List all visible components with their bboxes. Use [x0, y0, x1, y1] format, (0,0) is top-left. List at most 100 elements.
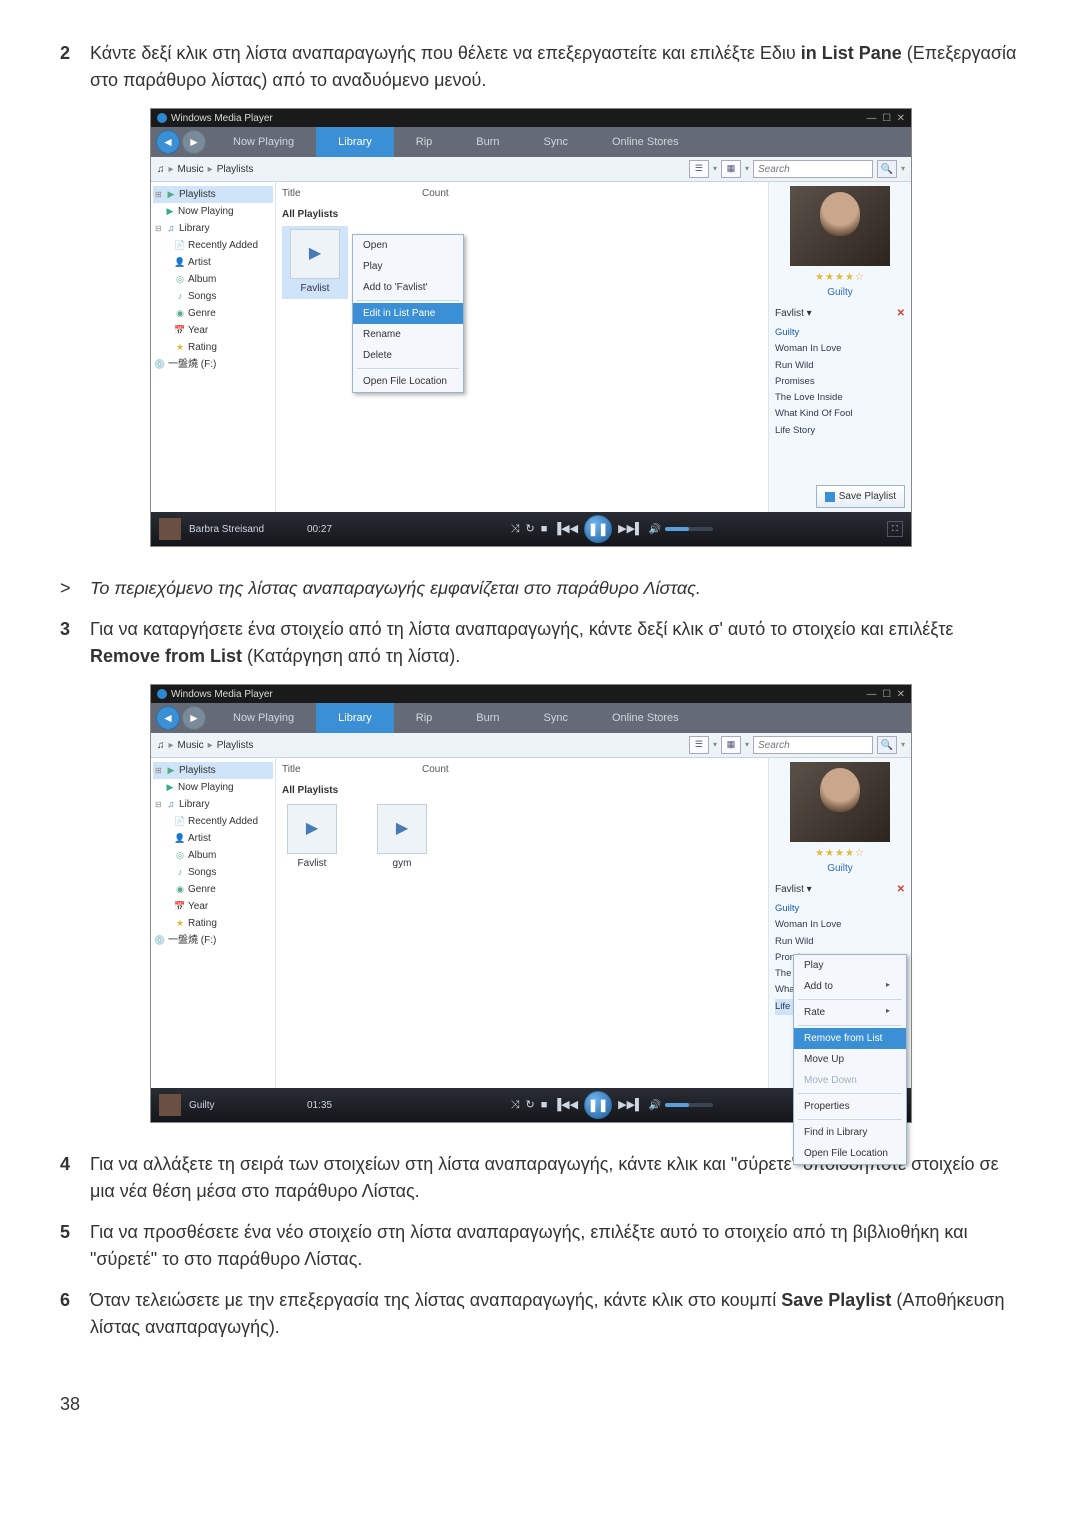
tree-genre[interactable]: ◉Genre: [153, 305, 273, 322]
tree-year[interactable]: 📅Year: [153, 898, 273, 915]
breadcrumb[interactable]: ♫ ▸ Music ▸ Playlists: [157, 162, 253, 177]
ctx-open-file-location[interactable]: Open File Location: [353, 371, 463, 392]
expander-icon[interactable]: ⊞: [155, 189, 163, 201]
ctx-add-to[interactable]: Add to 'Favlist': [353, 277, 463, 298]
fullscreen-button[interactable]: ⛶: [887, 521, 903, 537]
forward-button[interactable]: ►: [182, 706, 206, 730]
mute-icon[interactable]: 🔊: [649, 522, 661, 537]
column-headers[interactable]: Title Count: [282, 186, 762, 203]
tab-online-stores[interactable]: Online Stores: [590, 127, 701, 157]
dropdown-icon[interactable]: ▾: [713, 739, 717, 751]
volume-control[interactable]: 🔊: [649, 1098, 713, 1113]
tree-rating[interactable]: ★Rating: [153, 915, 273, 932]
back-button[interactable]: ◄: [156, 130, 180, 154]
playlist-item-favlist[interactable]: ▶ Favlist: [282, 226, 348, 299]
ctx-remove-from-list[interactable]: Remove from List: [794, 1028, 906, 1049]
dropdown-icon[interactable]: ▾: [901, 739, 905, 751]
col-count[interactable]: Count: [422, 762, 562, 777]
search-input[interactable]: [753, 160, 873, 178]
expander-icon[interactable]: ⊟: [155, 223, 163, 235]
shuffle-button[interactable]: ⤨: [511, 1097, 520, 1114]
tree-album[interactable]: ◎Album: [153, 271, 273, 288]
ctx-delete[interactable]: Delete: [353, 345, 463, 366]
tab-sync[interactable]: Sync: [522, 703, 590, 733]
tab-online-stores[interactable]: Online Stores: [590, 703, 701, 733]
dropdown-icon[interactable]: ▾: [901, 163, 905, 175]
save-playlist-button[interactable]: Save Playlist: [816, 485, 905, 508]
tab-rip[interactable]: Rip: [394, 127, 455, 157]
tree-artist[interactable]: 👤Artist: [153, 254, 273, 271]
search-button[interactable]: 🔍: [877, 160, 897, 178]
tree-drive[interactable]: 💿一盤燒 (F:): [153, 932, 273, 949]
tab-now-playing[interactable]: Now Playing: [211, 127, 316, 157]
crumb-music[interactable]: Music: [178, 162, 204, 177]
ctx-move-up[interactable]: Move Up: [794, 1049, 906, 1070]
tree-rating[interactable]: ★Rating: [153, 339, 273, 356]
tree-now-playing[interactable]: ▶Now Playing: [153, 203, 273, 220]
tree-recently-added[interactable]: 📄Recently Added: [153, 237, 273, 254]
tree-library[interactable]: ⊟♫Library: [153, 796, 273, 813]
list-item[interactable]: Woman In Love: [775, 341, 905, 357]
crumb-music[interactable]: Music: [178, 738, 204, 753]
ctx-play[interactable]: Play: [353, 256, 463, 277]
crumb-playlists[interactable]: Playlists: [217, 162, 254, 177]
ctx-rename[interactable]: Rename: [353, 324, 463, 345]
col-count[interactable]: Count: [422, 186, 562, 201]
nav-buttons[interactable]: ◄ ►: [151, 130, 211, 154]
context-menu-track[interactable]: Play Add to Rate Remove from List Move U…: [793, 954, 907, 1165]
context-menu-playlist[interactable]: Open Play Add to 'Favlist' Edit in List …: [352, 234, 464, 393]
tree-playlists[interactable]: ⊞▶Playlists: [153, 186, 273, 203]
list-item[interactable]: Run Wild: [775, 934, 905, 950]
playlist-item-gym[interactable]: ▶ gym: [372, 804, 432, 871]
tree-recently-added[interactable]: 📄Recently Added: [153, 813, 273, 830]
tab-now-playing[interactable]: Now Playing: [211, 703, 316, 733]
tab-library[interactable]: Library: [316, 703, 394, 733]
mute-icon[interactable]: 🔊: [649, 1098, 661, 1113]
ctx-open[interactable]: Open: [353, 235, 463, 256]
repeat-button[interactable]: ↻: [526, 521, 535, 538]
repeat-button[interactable]: ↻: [526, 1097, 535, 1114]
close-icon[interactable]: ✕: [897, 306, 905, 321]
view-list-button[interactable]: ☰: [689, 736, 709, 754]
column-headers[interactable]: Title Count: [282, 762, 762, 779]
tree-artist[interactable]: 👤Artist: [153, 830, 273, 847]
ctx-add-to[interactable]: Add to: [794, 976, 906, 997]
list-pane-title-label[interactable]: Favlist ▾: [775, 306, 812, 321]
list-item[interactable]: Promises: [775, 374, 905, 390]
list-pane-title[interactable]: Favlist ▾ ✕: [775, 882, 905, 897]
playlist-item-favlist[interactable]: ▶ Favlist: [282, 804, 342, 871]
list-item[interactable]: What Kind Of Fool: [775, 406, 905, 422]
shuffle-button[interactable]: ⤨: [511, 521, 520, 538]
window-buttons[interactable]: — ☐ ✕: [867, 111, 905, 126]
crumb-playlists[interactable]: Playlists: [217, 738, 254, 753]
tree-now-playing[interactable]: ▶Now Playing: [153, 779, 273, 796]
play-pause-button[interactable]: ❚❚: [584, 1091, 612, 1119]
list-item[interactable]: Guilty: [775, 325, 905, 341]
rating-stars[interactable]: ★★★★☆: [775, 846, 905, 861]
tab-rip[interactable]: Rip: [394, 703, 455, 733]
tab-burn[interactable]: Burn: [454, 703, 521, 733]
rating-stars[interactable]: ★★★★☆: [775, 270, 905, 285]
list-item[interactable]: The Love Inside: [775, 390, 905, 406]
search-button[interactable]: 🔍: [877, 736, 897, 754]
window-buttons[interactable]: — ☐ ✕: [867, 687, 905, 702]
view-tiles-button[interactable]: ▦: [721, 160, 741, 178]
list-pane-title-label[interactable]: Favlist ▾: [775, 882, 812, 897]
tab-library[interactable]: Library: [316, 127, 394, 157]
volume-slider[interactable]: [665, 1103, 713, 1107]
tree-album[interactable]: ◎Album: [153, 847, 273, 864]
col-title[interactable]: Title: [282, 762, 422, 777]
tree-drive[interactable]: 💿一盤燒 (F:): [153, 356, 273, 373]
view-list-button[interactable]: ☰: [689, 160, 709, 178]
forward-button[interactable]: ►: [182, 130, 206, 154]
nav-tree[interactable]: ⊞▶Playlists ▶Now Playing ⊟♫Library 📄Rece…: [151, 758, 276, 1088]
dropdown-icon[interactable]: ▾: [745, 739, 749, 751]
ctx-play[interactable]: Play: [794, 955, 906, 976]
stop-button[interactable]: ■: [541, 1097, 548, 1114]
col-title[interactable]: Title: [282, 186, 422, 201]
search-input[interactable]: [753, 736, 873, 754]
ctx-edit-list-pane[interactable]: Edit in List Pane: [353, 303, 463, 324]
back-button[interactable]: ◄: [156, 706, 180, 730]
list-item[interactable]: Life Story: [775, 423, 905, 439]
tab-burn[interactable]: Burn: [454, 127, 521, 157]
